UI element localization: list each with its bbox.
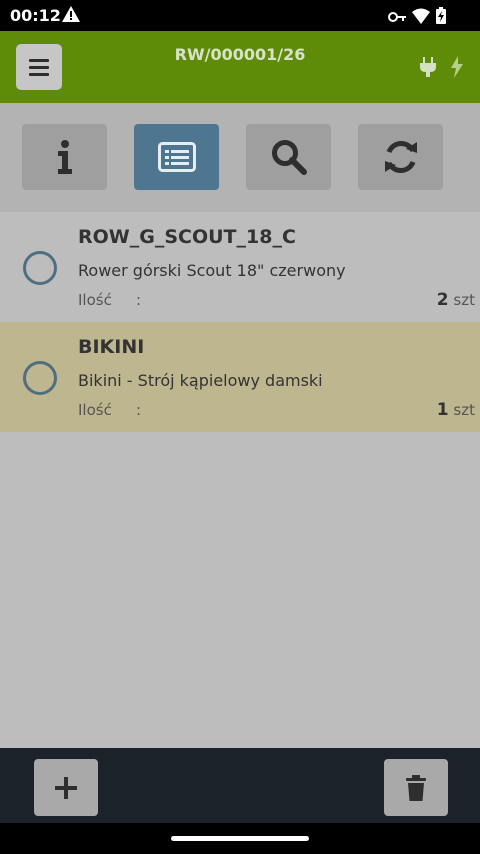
item-description: Bikini - Strój kąpielowy damski: [78, 371, 323, 390]
qty-unit: szt: [453, 291, 475, 309]
qty-number: 1: [436, 400, 449, 420]
warning-icon: [62, 6, 80, 26]
list-button[interactable]: [134, 124, 219, 190]
item-code: BIKINI: [78, 336, 145, 358]
info-button[interactable]: [22, 124, 107, 190]
refresh-button[interactable]: [358, 124, 443, 190]
app-bar: RW/000001/26: [0, 31, 480, 103]
bolt-icon: [450, 56, 464, 82]
status-time: 00:12: [10, 6, 61, 25]
qty-unit: szt: [453, 401, 475, 419]
qty-separator: :: [136, 401, 142, 419]
home-handle[interactable]: [171, 836, 309, 841]
qty-label: Ilość: [78, 401, 112, 419]
add-button[interactable]: [34, 759, 98, 816]
qty-number: 2: [436, 290, 449, 310]
plug-icon: [419, 57, 437, 81]
item-list: ROW_G_SCOUT_18_C Rower górski Scout 18" …: [0, 212, 480, 748]
qty-value: 2 szt: [437, 290, 475, 310]
list-item[interactable]: ROW_G_SCOUT_18_C Rower górski Scout 18" …: [0, 212, 480, 322]
page-title: RW/000001/26: [174, 45, 306, 64]
search-button[interactable]: [246, 124, 331, 190]
qty-label: Ilość: [78, 291, 112, 309]
toolbar: [0, 103, 480, 212]
status-bar: 00:12: [0, 0, 480, 31]
trash-icon: [406, 774, 426, 801]
bottom-bar: [0, 748, 480, 823]
item-code: ROW_G_SCOUT_18_C: [78, 226, 296, 248]
search-icon: [271, 140, 307, 175]
list-icon: [157, 142, 196, 172]
refresh-icon: [384, 141, 417, 173]
item-description: Rower górski Scout 18" czerwony: [78, 261, 346, 280]
plus-icon: [55, 776, 77, 799]
list-item[interactable]: BIKINI Bikini - Strój kąpielowy damski I…: [0, 322, 480, 432]
battery-icon: [436, 7, 446, 28]
delete-button[interactable]: [384, 759, 448, 816]
wifi-icon: [412, 8, 430, 28]
nav-bar: [0, 823, 480, 854]
select-radio[interactable]: [23, 361, 57, 395]
qty-value: 1 szt: [437, 400, 475, 420]
qty-separator: :: [136, 291, 142, 309]
info-icon: [57, 140, 72, 174]
vpn-key-icon: [388, 8, 406, 27]
select-radio[interactable]: [23, 251, 57, 285]
